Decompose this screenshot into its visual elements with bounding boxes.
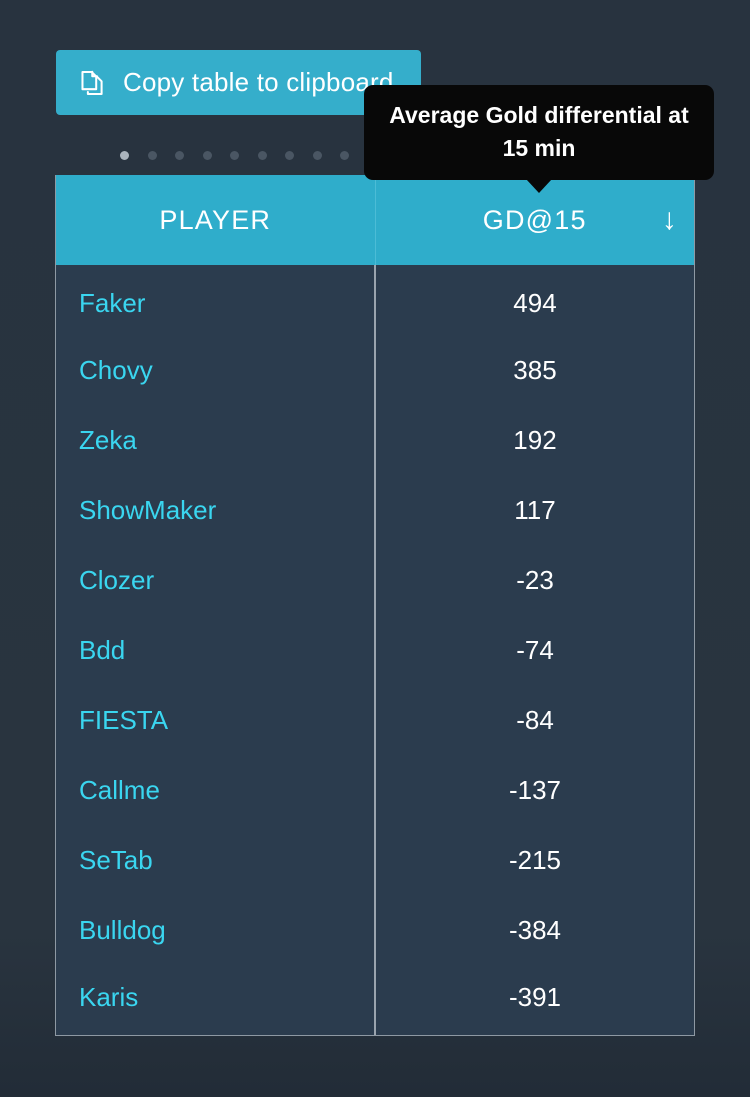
player-link[interactable]: FIESTA — [56, 685, 376, 755]
gd15-value: -384 — [375, 895, 694, 965]
pagination-dot[interactable] — [312, 150, 322, 160]
pagination-dot[interactable] — [340, 150, 349, 160]
table-row: ShowMaker 117 — [56, 475, 694, 545]
pagination-dot[interactable] — [230, 150, 239, 160]
player-link[interactable]: Faker — [56, 265, 376, 335]
table-row: Zeka 192 — [56, 405, 694, 475]
gd15-value: 192 — [375, 405, 694, 475]
player-link[interactable]: Zeka — [56, 405, 376, 475]
player-link[interactable]: Karis — [56, 965, 376, 1035]
gd15-value: -215 — [375, 825, 694, 895]
pagination-dot[interactable] — [120, 150, 129, 160]
player-link[interactable]: SeTab — [56, 825, 376, 895]
pagination-dot[interactable] — [285, 150, 294, 160]
table-row: Callme -137 — [56, 755, 694, 825]
player-link[interactable]: Bdd — [56, 615, 376, 685]
table-row: Clozer -23 — [56, 545, 694, 615]
player-link[interactable]: Bulldog — [56, 895, 376, 965]
gd15-value: 494 — [375, 265, 694, 335]
table-row: Bulldog -384 — [56, 895, 694, 965]
table-row: SeTab -215 — [56, 825, 694, 895]
tooltip: Average Gold differential at 15 min — [364, 85, 714, 194]
table-row: Karis -391 — [56, 965, 694, 1035]
table-row: Bdd -74 — [56, 615, 694, 685]
gd15-value: 117 — [375, 475, 694, 545]
player-link[interactable]: Callme — [56, 755, 376, 825]
player-link[interactable]: Clozer — [56, 545, 376, 615]
gd15-value: -391 — [375, 965, 694, 1035]
pagination-dot[interactable] — [257, 150, 267, 160]
player-link[interactable]: ShowMaker — [56, 475, 376, 545]
gd15-value: -23 — [375, 545, 694, 615]
pagination-dot[interactable] — [147, 150, 157, 160]
gd15-value: -84 — [375, 685, 694, 755]
table-header-row: PLAYER GD@15 ↓ — [56, 175, 694, 265]
gd15-value: -137 — [375, 755, 694, 825]
tooltip-text: Average Gold differential at 15 min — [389, 102, 689, 161]
column-header-player[interactable]: PLAYER — [56, 175, 376, 265]
copy-table-label: Copy table to clipboard — [123, 67, 394, 97]
player-link[interactable]: Chovy — [56, 335, 376, 405]
copy-icon — [80, 68, 107, 98]
gd15-value: -74 — [375, 615, 694, 685]
table-row: Chovy 385 — [56, 335, 694, 405]
column-header-gd15-label: GD@15 — [482, 204, 587, 235]
column-header-player-label: PLAYER — [159, 204, 272, 235]
table-row: FIESTA -84 — [56, 685, 694, 755]
pagination-dot[interactable] — [175, 150, 184, 160]
stats-table: PLAYER GD@15 ↓ Faker 494 Chovy 385 Zeka … — [55, 175, 695, 1036]
page-root: Copy table to clipboard Average Gold dif… — [0, 0, 750, 1097]
pagination-dot[interactable] — [202, 150, 212, 160]
gd15-value: 385 — [375, 335, 694, 405]
sort-descending-icon[interactable]: ↓ — [662, 205, 678, 235]
table-row: Faker 494 — [56, 265, 694, 335]
